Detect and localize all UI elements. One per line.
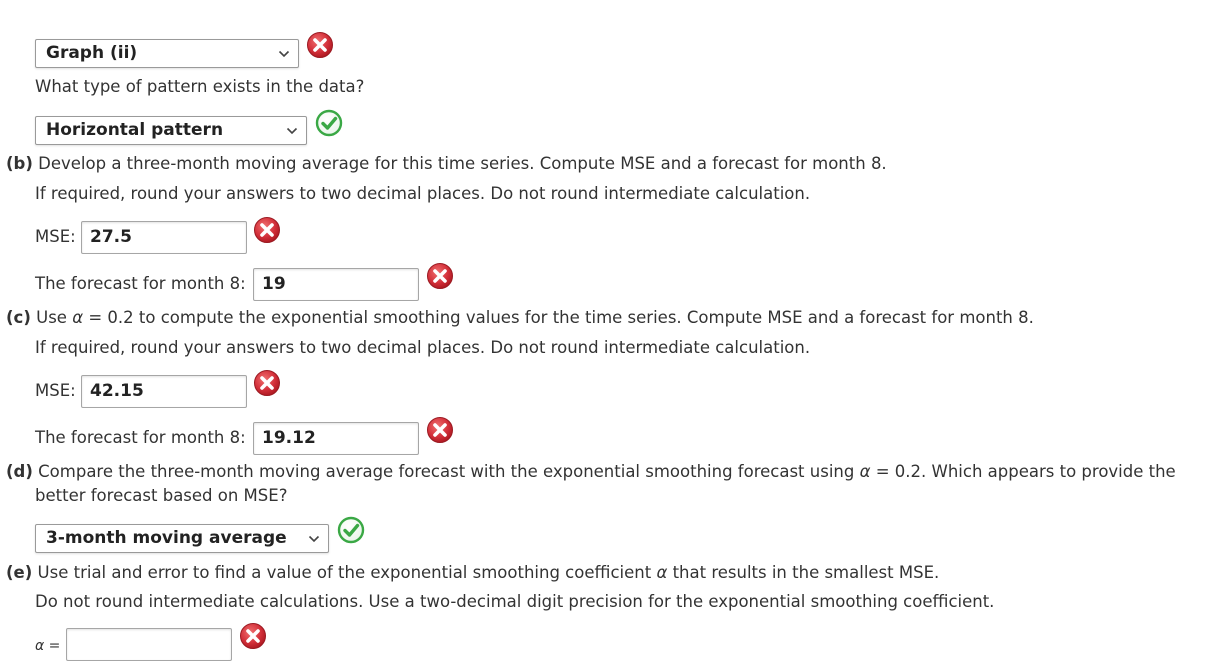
part-c-line1-pre: Use — [36, 308, 67, 327]
chevron-down-icon — [278, 49, 290, 59]
part-d-line1-pre: Compare the three-month moving average f… — [38, 462, 855, 481]
incorrect-x-icon — [253, 216, 281, 244]
part-e-line1-post: that results in the smallest MSE. — [672, 563, 940, 582]
graph-select-value: Graph (ii) — [46, 43, 138, 63]
graph-select[interactable]: Graph (ii) — [35, 39, 299, 68]
part-c-forecast-label: The forecast for month 8: — [35, 428, 246, 447]
part-e-instruction: Do not round intermediate calculations. … — [35, 592, 995, 611]
part-c-instruction: If required, round your answers to two d… — [35, 338, 811, 357]
incorrect-x-icon — [253, 369, 281, 397]
part-d-line2: better forecast based on MSE? — [35, 486, 288, 505]
part-c-mse-input[interactable]: 42.15 — [81, 375, 247, 408]
alpha-symbol: α — [72, 308, 84, 327]
part-d-letter: (d) — [6, 462, 33, 481]
part-c-mse-label: MSE: — [35, 381, 76, 400]
part-b-letter: (b) — [6, 154, 33, 173]
alpha-input-label: α = — [35, 638, 61, 654]
alpha-input[interactable] — [66, 628, 232, 661]
part-b-instruction: If required, round your answers to two d… — [35, 184, 811, 203]
part-e-question: (e) Use trial and error to find a value … — [6, 563, 939, 582]
part-b-question: (b) Develop a three-month moving average… — [6, 154, 887, 173]
part-e-line1-pre: Use trial and error to find a value of t… — [37, 563, 652, 582]
part-c-line1-post: = 0.2 to compute the exponential smoothi… — [88, 308, 1034, 327]
correct-check-icon — [337, 516, 365, 544]
part-b-line1: Develop a three-month moving average for… — [38, 154, 887, 173]
incorrect-x-icon — [306, 31, 334, 59]
part-b-mse-input[interactable]: 27.5 — [81, 221, 247, 254]
part-b-mse-label: MSE: — [35, 227, 76, 246]
pattern-question: What type of pattern exists in the data? — [35, 77, 365, 96]
forecast-method-select[interactable]: 3-month moving average — [35, 524, 329, 553]
alpha-symbol: α — [656, 563, 668, 582]
chevron-down-icon — [308, 534, 320, 544]
correct-check-icon — [315, 109, 343, 137]
forecast-method-select-value: 3-month moving average — [46, 528, 287, 548]
part-b-forecast-label: The forecast for month 8: — [35, 274, 246, 293]
incorrect-x-icon — [426, 416, 454, 444]
part-c-question: (c) Use α = 0.2 to compute the exponenti… — [6, 308, 1034, 327]
part-b-forecast-input[interactable]: 19 — [253, 268, 419, 301]
alpha-symbol: α — [859, 462, 871, 481]
pattern-select-value: Horizontal pattern — [46, 120, 224, 140]
chevron-down-icon — [286, 126, 298, 136]
incorrect-x-icon — [426, 262, 454, 290]
pattern-select[interactable]: Horizontal pattern — [35, 116, 307, 145]
part-c-forecast-input[interactable]: 19.12 — [253, 422, 419, 455]
part-d-line1-post: = 0.2. Which appears to provide the — [875, 462, 1176, 481]
part-e-letter: (e) — [6, 563, 33, 582]
part-c-letter: (c) — [6, 308, 31, 327]
incorrect-x-icon — [239, 622, 267, 650]
part-d-question: (d) Compare the three-month moving avera… — [6, 462, 1176, 481]
